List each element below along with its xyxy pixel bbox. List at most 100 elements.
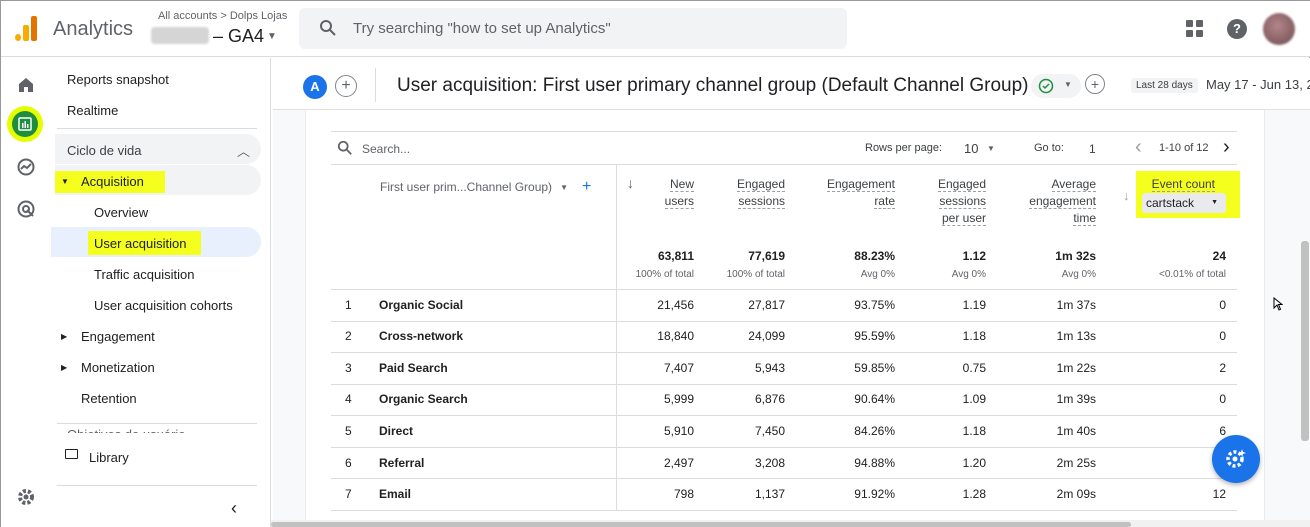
col-average-engagement-time[interactable]: Average engagement time	[1001, 176, 1096, 227]
new-users: 21,456	[657, 298, 694, 312]
col-engagement-rate[interactable]: Engagement rate	[796, 176, 895, 210]
scrollbar-thumb[interactable]	[271, 522, 1131, 527]
channel-name[interactable]: Referral	[379, 456, 424, 470]
avg-engagement-time: 1m 40s	[1056, 424, 1096, 438]
engaged-sessions: 1,137	[754, 487, 785, 501]
total-engagement-rate-sub: Avg 0%	[860, 269, 895, 280]
avatar[interactable]	[1263, 13, 1295, 45]
divider	[57, 423, 257, 424]
avg-engagement-time: 1m 13s	[1056, 329, 1096, 343]
report-status-dropdown[interactable]: ▼	[1031, 74, 1081, 98]
settings-gear-icon[interactable]	[11, 482, 41, 512]
add-comparison-icon[interactable]: +	[335, 75, 357, 97]
horizontal-scrollbar[interactable]	[271, 520, 1310, 527]
new-users: 7,407	[663, 361, 694, 375]
table-search-input[interactable]: Search...	[362, 142, 410, 156]
nav-user-acquisition-cohorts[interactable]: User acquisition cohorts	[94, 298, 233, 313]
global-search-bar[interactable]: Try searching "how to set up Analytics"	[299, 8, 847, 49]
add-dimension-icon[interactable]: +	[582, 178, 591, 195]
breadcrumb[interactable]: All accounts > Dolps Lojas	[158, 10, 287, 22]
engagement-rate: 84.26%	[854, 424, 895, 438]
chevron-down-icon[interactable]: ▼	[987, 144, 995, 153]
channel-name[interactable]: Direct	[379, 424, 413, 438]
col-engaged-sessions-per-user[interactable]: Engaged sessions per user	[906, 176, 986, 227]
nav-user-acquisition[interactable]: User acquisition	[94, 236, 187, 251]
engagement-rate: 93.75%	[854, 298, 895, 312]
col-event-count[interactable]: Event count	[1131, 176, 1215, 193]
nav-overview[interactable]: Overview	[94, 205, 148, 220]
total-new-users-sub: 100% of total	[635, 269, 694, 280]
total-sessions-per-user: 1.12	[962, 249, 986, 263]
rows-per-page-label: Rows per page:	[865, 142, 943, 154]
chevron-down-icon: ▼	[1064, 80, 1072, 89]
event-count: 2	[1219, 361, 1226, 375]
nav-realtime[interactable]: Realtime	[67, 103, 118, 118]
nav-reports-snapshot[interactable]: Reports snapshot	[67, 72, 169, 87]
col-new-users[interactable]: New users	[634, 176, 694, 210]
total-new-users: 63,811	[657, 249, 694, 263]
channel-name[interactable]: Organic Search	[379, 392, 468, 406]
prev-page-icon[interactable]: ‹	[1135, 136, 1142, 159]
reports-icon[interactable]	[7, 106, 43, 142]
advertising-icon[interactable]	[11, 194, 41, 224]
next-page-icon[interactable]: ›	[1223, 136, 1230, 159]
nav-acquisition[interactable]: Acquisition	[81, 174, 144, 189]
mouse-cursor-icon	[1273, 297, 1283, 311]
dimension-column-header[interactable]: First user prim...Channel Group) ▼ +	[380, 178, 591, 196]
nav-monetization[interactable]: Monetization	[81, 360, 155, 375]
nav-retention[interactable]: Retention	[81, 391, 137, 406]
caret-down-icon[interactable]: ▼	[61, 177, 69, 186]
channel-name[interactable]: Organic Social	[379, 298, 463, 312]
engaged-sessions: 24,099	[748, 329, 785, 343]
total-event-count-sub: <0.01% of total	[1159, 269, 1226, 280]
date-preset-badge[interactable]: Last 28 days	[1131, 78, 1198, 93]
home-icon[interactable]	[11, 70, 41, 100]
collection-lifecycle[interactable]: Ciclo de vida	[67, 143, 141, 158]
nav-engagement[interactable]: Engagement	[81, 329, 155, 344]
divider	[57, 128, 257, 129]
new-users: 18,840	[657, 329, 694, 343]
event-count: 12	[1212, 487, 1226, 501]
search-placeholder: Try searching "how to set up Analytics"	[353, 20, 611, 37]
app-title: Analytics	[53, 18, 134, 40]
chevron-down-icon: ▼	[267, 31, 277, 42]
insights-fab[interactable]	[1212, 435, 1260, 483]
nav-library[interactable]: Library	[89, 450, 129, 465]
vertical-scrollbar[interactable]	[1301, 241, 1309, 441]
chevron-down-icon: ▼	[560, 183, 568, 192]
event-name-selector[interactable]: cartstack ▼	[1142, 193, 1226, 213]
column-divider	[616, 165, 617, 511]
explore-icon[interactable]	[11, 152, 41, 182]
chevron-up-icon[interactable]: ︿	[237, 141, 250, 160]
add-filter-icon[interactable]: +	[1085, 74, 1105, 94]
channel-name[interactable]: Cross-network	[379, 329, 463, 343]
sort-descending-icon[interactable]: ↓	[627, 175, 634, 192]
col-engaged-sessions[interactable]: Engaged sessions	[706, 176, 785, 210]
analytics-logo-icon[interactable]	[15, 15, 39, 41]
channel-name[interactable]: Paid Search	[379, 361, 448, 375]
date-range[interactable]: May 17 - Jun 13, 20	[1206, 77, 1310, 92]
help-icon[interactable]: ?	[1227, 19, 1247, 39]
account-selector[interactable]: – GA4 ▼	[151, 26, 277, 47]
rows-per-page-select[interactable]: 10	[964, 141, 978, 156]
nav-traffic-acquisition[interactable]: Traffic acquisition	[94, 267, 194, 282]
row-divider	[331, 384, 1237, 385]
event-count: 0	[1219, 329, 1226, 343]
caret-right-icon[interactable]: ▶	[61, 332, 67, 341]
caret-right-icon[interactable]: ▶	[61, 363, 67, 372]
row-index: 4	[345, 392, 352, 406]
channel-name[interactable]: Email	[379, 487, 411, 501]
sort-arrow-icon[interactable]: ↓	[1123, 187, 1130, 204]
goto-input[interactable]: 1	[1089, 142, 1096, 156]
event-count: 0	[1219, 298, 1226, 312]
new-users: 5,999	[663, 392, 694, 406]
collapse-nav-chevron-icon[interactable]: ‹	[231, 498, 237, 519]
report-table-card	[305, 110, 1265, 520]
folder-icon	[65, 449, 78, 459]
comparison-chip[interactable]: A	[303, 75, 327, 99]
apps-grid-icon[interactable]	[1186, 20, 1204, 38]
row-divider	[331, 289, 1237, 290]
total-avg-engagement-time: 1m 32s	[1055, 249, 1096, 263]
engaged-sessions: 5,943	[754, 361, 785, 375]
row-divider	[331, 478, 1237, 479]
